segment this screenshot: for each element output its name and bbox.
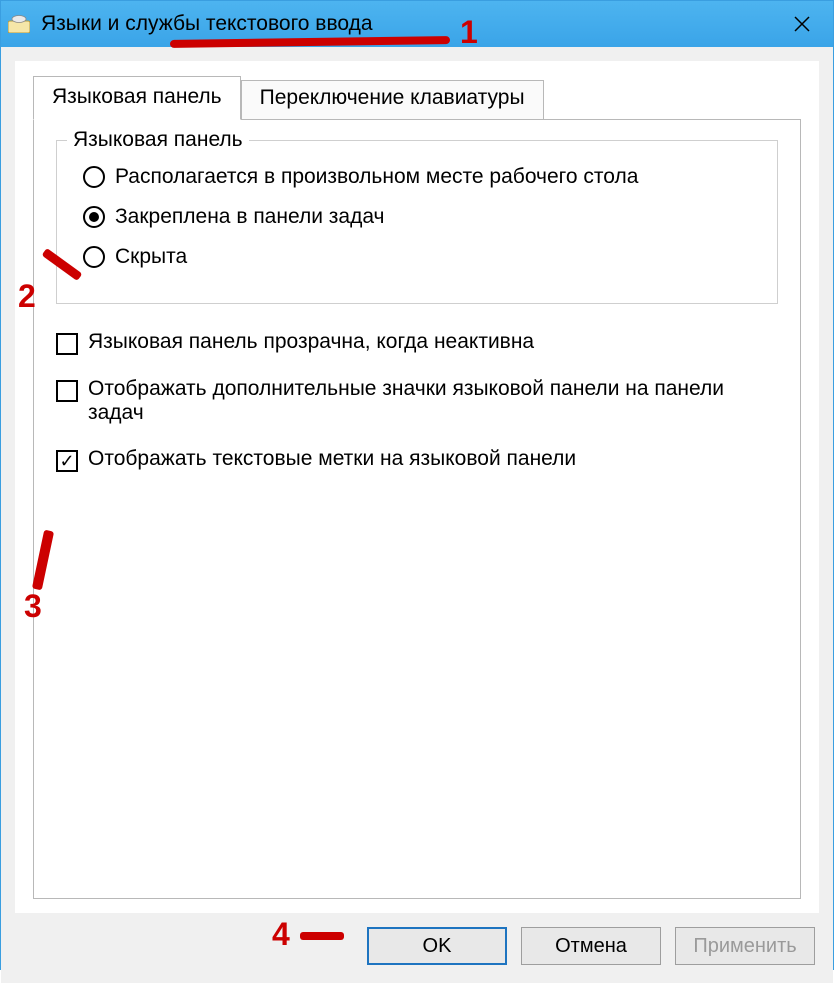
checkbox-label: Языковая панель прозрачна, когда неактив… bbox=[88, 330, 534, 354]
checkbox-extra-icons[interactable]: Отображать дополнительные значки языково… bbox=[56, 377, 778, 425]
tab-label: Языковая панель bbox=[52, 85, 222, 108]
tab-language-bar[interactable]: Языковая панель bbox=[33, 76, 241, 120]
button-label: Отмена bbox=[555, 935, 627, 958]
radio-label: Располагается в произвольном месте рабоч… bbox=[115, 165, 638, 189]
radio-icon bbox=[83, 206, 105, 228]
dialog-body: Языковая панель Переключение клавиатуры … bbox=[15, 61, 819, 913]
radio-icon bbox=[83, 166, 105, 188]
app-icon bbox=[7, 14, 31, 34]
checkbox-icon bbox=[56, 333, 78, 355]
tabstrip: Языковая панель Переключение клавиатуры bbox=[33, 76, 801, 120]
dialog-window: Языки и службы текстового ввода Языковая… bbox=[0, 0, 834, 970]
tab-keyboard-switching[interactable]: Переключение клавиатуры bbox=[241, 80, 544, 120]
tab-label: Переключение клавиатуры bbox=[260, 86, 525, 109]
radio-label: Закреплена в панели задач bbox=[115, 205, 384, 229]
checkbox-transparent-inactive[interactable]: Языковая панель прозрачна, когда неактив… bbox=[56, 330, 778, 355]
button-label: Применить bbox=[693, 935, 796, 958]
checkbox-label: Отображать текстовые метки на языковой п… bbox=[88, 447, 576, 471]
radio-floating-desktop[interactable]: Располагается в произвольном месте рабоч… bbox=[83, 165, 759, 189]
close-button[interactable] bbox=[777, 1, 827, 47]
annotation-line-4 bbox=[300, 932, 344, 940]
ok-button[interactable]: OK bbox=[367, 927, 507, 965]
checkbox-icon: ✓ bbox=[56, 450, 78, 472]
fieldset-language-bar: Языковая панель Располагается в произвол… bbox=[56, 140, 778, 304]
tab-panel: Языковая панель Располагается в произвол… bbox=[33, 119, 801, 899]
fieldset-legend: Языковая панель bbox=[67, 128, 249, 152]
dialog-button-row: OK Отмена Применить bbox=[1, 913, 833, 983]
checkbox-label: Отображать дополнительные значки языково… bbox=[88, 377, 778, 425]
check-icon: ✓ bbox=[59, 452, 74, 470]
checkbox-icon bbox=[56, 380, 78, 402]
checkbox-text-labels[interactable]: ✓ Отображать текстовые метки на языковой… bbox=[56, 447, 778, 472]
radio-dot-icon bbox=[89, 212, 99, 222]
radio-icon bbox=[83, 246, 105, 268]
cancel-button[interactable]: Отмена bbox=[521, 927, 661, 965]
radio-hidden[interactable]: Скрыта bbox=[83, 245, 759, 269]
window-title: Языки и службы текстового ввода bbox=[41, 12, 777, 36]
button-label: OK bbox=[423, 935, 452, 958]
radio-label: Скрыта bbox=[115, 245, 187, 269]
radio-docked-taskbar[interactable]: Закреплена в панели задач bbox=[83, 205, 759, 229]
apply-button[interactable]: Применить bbox=[675, 927, 815, 965]
